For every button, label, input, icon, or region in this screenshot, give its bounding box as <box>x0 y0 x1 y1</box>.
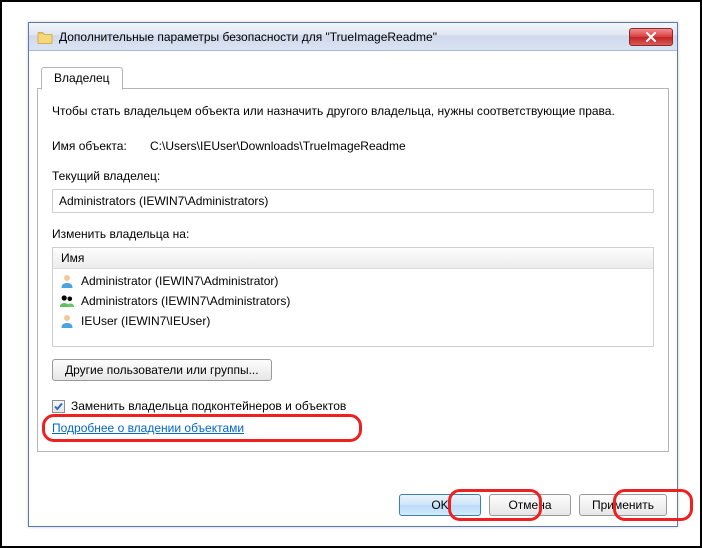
tab-strip: Владелец <box>37 65 669 89</box>
owner-list-item[interactable]: Administrator (IEWIN7\Administrator) <box>53 271 653 291</box>
checkmark-icon <box>53 401 64 412</box>
current-owner-label: Текущий владелец: <box>52 169 654 183</box>
users-group-icon <box>59 293 75 309</box>
replace-owner-label: Заменить владельца подконтейнеров и объе… <box>71 399 346 413</box>
owner-list-item[interactable]: IEUser (IEWIN7\IEUser) <box>53 311 653 331</box>
user-icon <box>59 313 75 329</box>
dialog-window: Дополнительные параметры безопасности дл… <box>28 22 678 527</box>
change-owner-label: Изменить владельца на: <box>52 227 654 241</box>
user-icon <box>59 273 75 289</box>
window-title: Дополнительные параметры безопасности дл… <box>59 30 629 44</box>
object-name-row: Имя объекта: C:\Users\IEUser\Downloads\T… <box>52 139 654 153</box>
folder-icon <box>37 29 53 45</box>
owner-item-label: Administrator (IEWIN7\Administrator) <box>81 274 278 288</box>
owner-listbox[interactable]: Имя Administrator (IEWIN7\Administrator)… <box>52 247 654 347</box>
cancel-button[interactable]: Отмена <box>489 494 571 516</box>
titlebar[interactable]: Дополнительные параметры безопасности дл… <box>29 23 677 51</box>
client-area: Владелец Чтобы стать владельцем объекта … <box>37 59 669 518</box>
owner-item-label: IEUser (IEWIN7\IEUser) <box>81 314 210 328</box>
owner-list-item[interactable]: Administrators (IEWIN7\Administrators) <box>53 291 653 311</box>
owner-item-label: Administrators (IEWIN7\Administrators) <box>81 294 290 308</box>
tab-page-owner: Чтобы стать владельцем объекта или назна… <box>37 89 669 452</box>
learn-more-link[interactable]: Подробнее о владении объектами <box>52 421 244 435</box>
replace-owner-checkbox-row[interactable]: Заменить владельца подконтейнеров и объе… <box>52 399 654 413</box>
object-name-value: C:\Users\IEUser\Downloads\TrueImageReadm… <box>150 139 406 153</box>
object-name-label: Имя объекта: <box>52 139 132 153</box>
description-text: Чтобы стать владельцем объекта или назна… <box>52 103 654 119</box>
other-users-button[interactable]: Другие пользователи или группы... <box>52 359 272 381</box>
owner-list-header[interactable]: Имя <box>53 248 653 269</box>
tab-owner[interactable]: Владелец <box>41 67 123 90</box>
replace-owner-checkbox[interactable] <box>52 400 65 413</box>
close-button[interactable] <box>629 28 673 46</box>
close-icon <box>645 32 657 42</box>
current-owner-field: Administrators (IEWIN7\Administrators) <box>52 189 654 213</box>
ok-button[interactable]: OK <box>399 494 481 516</box>
dialog-footer: OK Отмена Применить <box>397 484 669 518</box>
apply-button[interactable]: Применить <box>579 494 667 516</box>
